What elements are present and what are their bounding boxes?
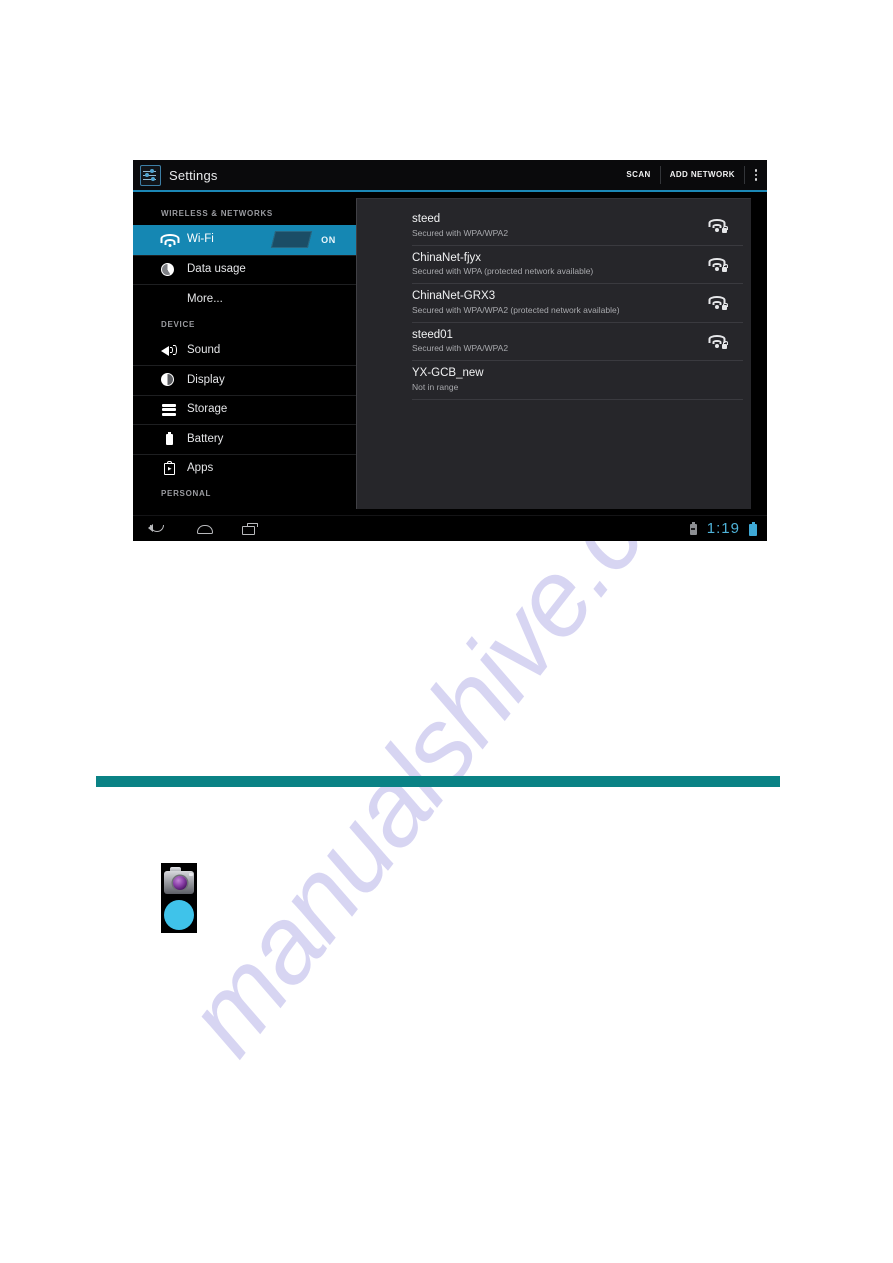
sidebar-item-label: Display xyxy=(187,373,225,386)
wifi-ssid: steed xyxy=(412,213,441,226)
action-bar-actions: SCAN ADD NETWORK xyxy=(617,160,767,190)
sidebar-item-display[interactable]: Display xyxy=(133,365,356,395)
sidebar-item-data-usage[interactable]: Data usage xyxy=(133,254,356,285)
wifi-signal-locked-icon xyxy=(707,295,728,311)
wifi-network-list: steed Secured with WPA/WPA2 ChinaNet-fjy… xyxy=(356,198,751,509)
sidebar-item-wifi[interactable]: Wi-Fi ON xyxy=(133,225,356,255)
wifi-network-row[interactable]: ChinaNet-fjyx Secured with WPA (protecte… xyxy=(412,246,743,284)
section-header-personal: PERSONAL xyxy=(161,489,212,498)
wifi-status: Secured with WPA/WPA2 xyxy=(412,227,509,238)
wifi-ssid: ChinaNet-fjyx xyxy=(412,251,482,264)
camera-flash xyxy=(189,873,193,876)
data-usage-icon xyxy=(161,262,178,277)
sidebar-item-label: Sound xyxy=(187,343,221,356)
wifi-network-row[interactable]: ChinaNet-GRX3 Secured with WPA/WPA2 (pro… xyxy=(412,284,743,323)
sound-icon xyxy=(161,343,178,357)
wifi-status: Secured with WPA (protected network avai… xyxy=(412,266,594,277)
camera-lens xyxy=(173,876,187,890)
toggle-handle xyxy=(270,231,313,249)
usb-storage-icon xyxy=(689,521,698,536)
battery-icon xyxy=(161,432,178,446)
sidebar-item-label: More... xyxy=(187,292,223,305)
wifi-signal-locked-icon xyxy=(707,257,728,272)
camera-app-icon[interactable] xyxy=(161,863,197,899)
scan-button[interactable]: SCAN xyxy=(617,164,659,186)
sidebar-item-storage[interactable]: Storage xyxy=(133,394,356,425)
display-icon xyxy=(161,373,178,387)
wifi-signal-locked-icon xyxy=(707,334,728,349)
wifi-network-row[interactable]: steed Secured with WPA/WPA2 xyxy=(412,207,743,246)
android-settings-screenshot: Settings SCAN ADD NETWORK WIRELESS & NET… xyxy=(133,160,767,541)
section-header-device: DEVICE xyxy=(161,319,195,329)
sidebar-item-label: Data usage xyxy=(187,263,246,275)
status-icons: 1:19 xyxy=(689,520,757,537)
add-network-button[interactable]: ADD NETWORK xyxy=(661,164,744,186)
status-clock: 1:19 xyxy=(706,520,740,537)
wifi-status: Secured with WPA/WPA2 xyxy=(412,343,509,354)
section-header-wireless: WIRELESS & NETWORKS xyxy=(161,209,273,218)
settings-sidebar: WIRELESS & NETWORKS Wi-Fi ON Data usage … xyxy=(133,192,356,515)
wifi-signal-locked-icon xyxy=(707,218,728,234)
wifi-ssid: YX-GCB_new xyxy=(412,367,484,380)
wifi-status: Not in range xyxy=(412,381,459,392)
settings-sliders-icon xyxy=(140,164,161,186)
toggle-state-label: ON xyxy=(321,234,336,245)
wifi-network-row[interactable]: steed01 Secured with WPA/WPA2 xyxy=(412,323,743,361)
blue-circle-app-icon[interactable] xyxy=(161,897,197,933)
sidebar-item-sound[interactable]: Sound xyxy=(133,336,356,366)
wifi-ssid: ChinaNet-GRX3 xyxy=(412,290,496,303)
storage-icon xyxy=(161,403,178,417)
sidebar-item-label: Wi-Fi xyxy=(187,233,214,245)
settings-body: WIRELESS & NETWORKS Wi-Fi ON Data usage … xyxy=(133,192,767,515)
wifi-network-row[interactable]: YX-GCB_new Not in range xyxy=(412,361,743,400)
action-bar: Settings SCAN ADD NETWORK xyxy=(133,160,767,192)
apps-icon xyxy=(161,460,178,476)
wifi-content-pane: steed Secured with WPA/WPA2 ChinaNet-fjy… xyxy=(356,192,767,515)
system-navigation-bar: 1:19 xyxy=(133,515,767,541)
wifi-toggle[interactable]: ON xyxy=(270,231,347,249)
sidebar-item-label: Storage xyxy=(187,403,228,415)
wifi-icon xyxy=(161,233,178,247)
section-divider-rule xyxy=(96,776,780,787)
wifi-ssid: steed01 xyxy=(412,328,453,341)
recent-apps-icon[interactable] xyxy=(241,521,263,537)
app-title: Settings xyxy=(169,167,218,183)
sidebar-item-more[interactable]: More... xyxy=(133,284,356,314)
sidebar-item-label: Apps xyxy=(187,462,214,474)
sidebar-item-label: Battery xyxy=(187,432,224,445)
overflow-menu-icon[interactable] xyxy=(745,160,767,190)
back-icon[interactable] xyxy=(147,521,169,537)
sidebar-item-battery[interactable]: Battery xyxy=(133,424,356,454)
home-icon[interactable] xyxy=(194,521,216,537)
nav-buttons xyxy=(147,521,263,537)
wifi-status: Secured with WPA/WPA2 (protected network… xyxy=(412,304,620,315)
circle-shape xyxy=(164,900,194,930)
battery-icon xyxy=(749,521,757,536)
sidebar-item-apps[interactable]: Apps xyxy=(133,453,356,484)
